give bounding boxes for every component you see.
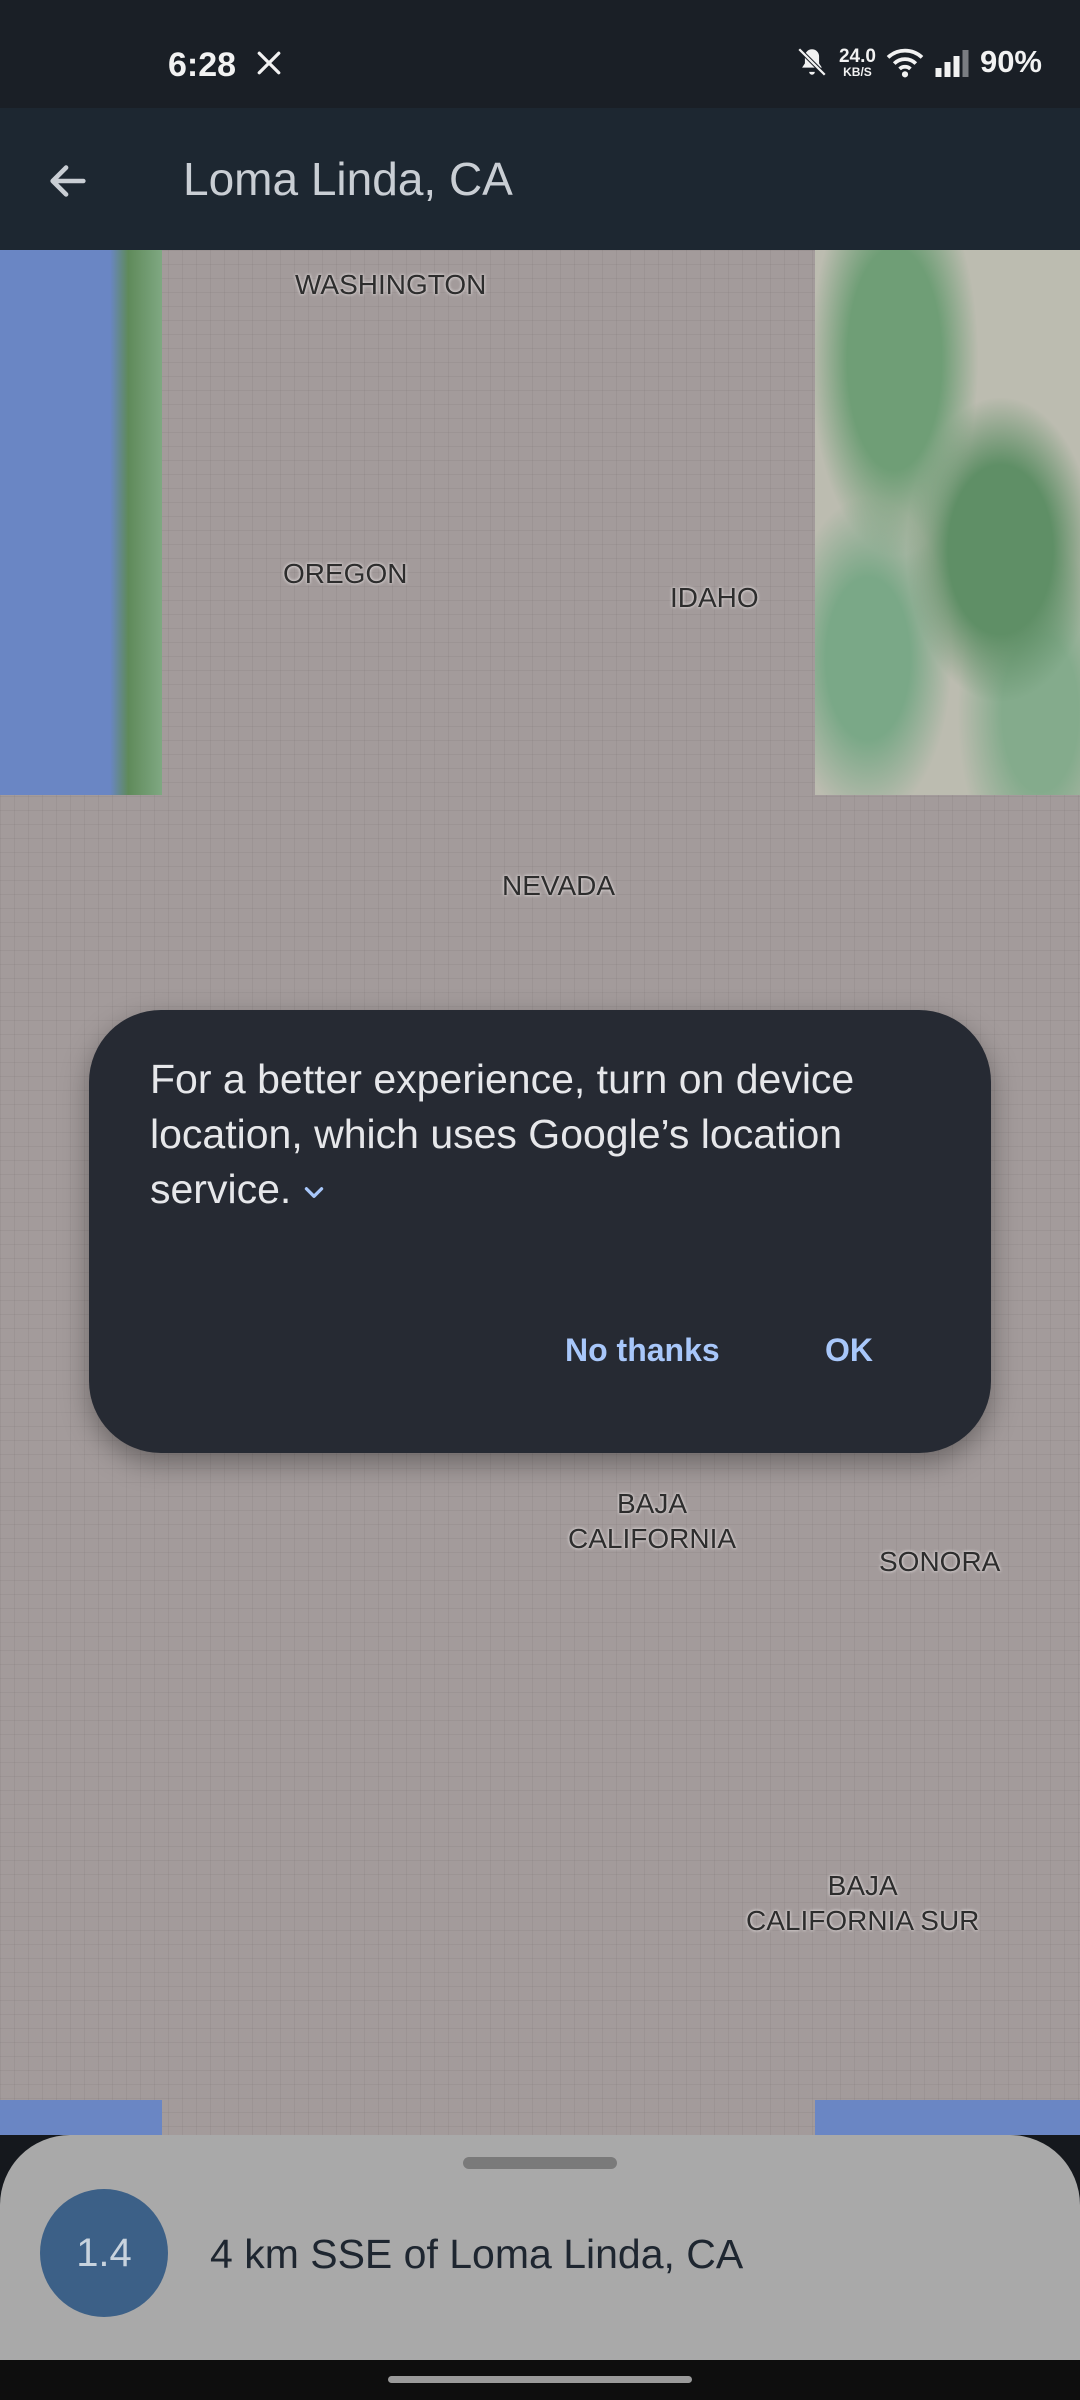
bell-off-icon	[797, 47, 827, 77]
home-gesture-pill[interactable]	[388, 2376, 692, 2383]
magnitude-badge: 1.4	[40, 2189, 168, 2317]
map-tile-coast	[110, 250, 162, 795]
net-speed-value: 24.0	[838, 45, 876, 67]
map-label-baja-california-sur: BAJA CALIFORNIA SUR	[746, 1870, 980, 1936]
dialog-message: For a better experience, turn on device …	[150, 1056, 855, 1212]
no-thanks-button[interactable]: No thanks	[565, 1332, 720, 1369]
map-tile-terrain	[815, 250, 1080, 795]
status-icons: 24.0 KB/S 90%	[795, 40, 1042, 84]
bottom-sheet[interactable]: 1.4 4 km SSE of Loma Linda, CA	[0, 2135, 1080, 2360]
event-title: 4 km SSE of Loma Linda, CA	[210, 2231, 744, 2277]
map-label-washington: WASHINGTON	[295, 269, 487, 300]
location-dialog: For a better experience, turn on device …	[89, 1010, 991, 1453]
chevron-down-icon[interactable]	[301, 1179, 327, 1205]
drag-handle[interactable]	[463, 2157, 617, 2169]
map-label-nevada: NEVADA	[502, 870, 616, 901]
net-speed: 24.0 KB/S	[839, 47, 876, 78]
app-bar: Loma Linda, CA	[0, 108, 1080, 250]
signal-icon	[935, 50, 969, 77]
x-logo-icon	[257, 51, 281, 75]
page-title: Loma Linda, CA	[183, 153, 513, 205]
status-bar: 6:28 24.0 KB/S 90%	[0, 0, 1080, 108]
map-label-oregon: OREGON	[283, 558, 408, 589]
map-tile-ocean-bottom-right	[815, 2100, 1080, 2135]
arrow-left-icon	[50, 165, 86, 197]
dialog-message-container: For a better experience, turn on device …	[150, 1052, 930, 1217]
map-tile-ocean-bottom-left	[0, 2100, 162, 2135]
back-button[interactable]	[30, 143, 106, 219]
net-speed-unit: KB/S	[843, 64, 872, 79]
ok-button[interactable]: OK	[825, 1332, 873, 1369]
map-label-idaho: IDAHO	[670, 582, 759, 613]
map-label-baja-california: BAJA CALIFORNIA	[568, 1488, 737, 1554]
map-label-sonora: SONORA	[879, 1546, 1001, 1577]
wifi-icon	[886, 48, 924, 78]
system-nav-bar	[0, 2360, 1080, 2400]
battery-level: 90%	[979, 44, 1042, 79]
status-time: 6:28	[168, 46, 237, 84]
